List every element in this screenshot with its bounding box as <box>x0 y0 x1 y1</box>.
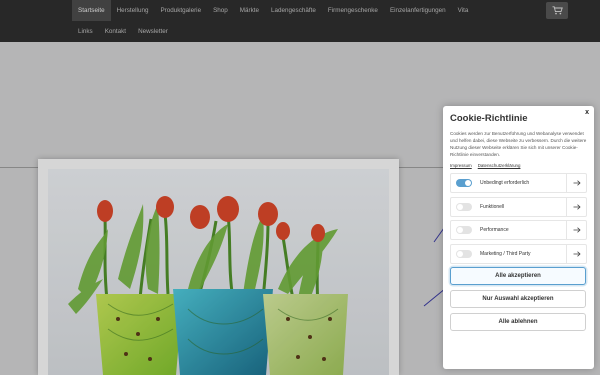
cookie-description: Cookies werden zur Benutzerführung und W… <box>450 131 587 157</box>
arrow-right-icon <box>573 250 581 257</box>
impressum-link[interactable]: Impressum <box>450 163 472 168</box>
nav-item-kontakt[interactable]: Kontakt <box>99 21 132 42</box>
cookie-dialog: x Cookie-Richtlinie Cookies werden zur B… <box>443 106 594 369</box>
cookie-links: Impressum Datenschutzerklärung <box>450 163 587 168</box>
category-label: Performance <box>480 227 509 233</box>
category-label: Funktionell <box>480 203 505 210</box>
nav-menu: Startseite Herstellung Produktgalerie Sh… <box>72 0 532 42</box>
toggle-performance[interactable] <box>456 226 472 234</box>
category-row-required: Unbedingt erforderlich <box>450 173 587 193</box>
nav-item-newsletter[interactable]: Newsletter <box>132 21 174 42</box>
arrow-right-icon <box>573 203 581 210</box>
arrow-right-icon <box>573 180 581 186</box>
nav-row-1: Startseite Herstellung Produktgalerie Sh… <box>72 0 532 21</box>
top-navigation: Startseite Herstellung Produktgalerie Sh… <box>0 0 600 42</box>
nav-item-einzelanfertigungen[interactable]: Einzelanfertigungen <box>384 0 452 21</box>
cookie-category-list: Unbedingt erforderlich Funktionell Perfo… <box>450 173 587 264</box>
expand-functional-button[interactable] <box>566 197 586 216</box>
accept-all-button[interactable]: Alle akzeptieren <box>450 267 586 285</box>
reject-all-button[interactable]: Alle ablehnen <box>450 313 586 331</box>
cart-button[interactable] <box>546 2 568 19</box>
category-label: Unbedingt erforderlich <box>480 180 530 186</box>
nav-item-maerkte[interactable]: Märkte <box>234 0 265 21</box>
nav-item-shop[interactable]: Shop <box>207 0 234 21</box>
product-photo-card <box>38 159 399 375</box>
nav-row-2: Links Kontakt Newsletter <box>72 21 532 42</box>
arrow-right-icon <box>573 227 581 233</box>
nav-item-vita[interactable]: Vita <box>452 0 475 21</box>
nav-item-produktgalerie[interactable]: Produktgalerie <box>154 0 207 21</box>
cookie-title: Cookie-Richtlinie <box>450 113 528 124</box>
nav-item-links[interactable]: Links <box>72 21 99 42</box>
shopping-cart-icon <box>552 6 563 15</box>
tulips-vase-photo <box>48 169 389 375</box>
datenschutz-link[interactable]: Datenschutzerklärung <box>478 163 521 168</box>
category-row-performance: Performance <box>450 220 587 240</box>
category-row-marketing: Marketing / Third Party <box>450 243 587 264</box>
expand-marketing-button[interactable] <box>566 244 586 263</box>
tulips-vase-image <box>48 169 389 375</box>
nav-item-firmengeschenke[interactable]: Firmengeschenke <box>322 0 384 21</box>
accept-selection-button[interactable]: Nur Auswahl akzeptieren <box>450 290 586 308</box>
nav-item-herstellung[interactable]: Herstellung <box>111 0 155 21</box>
category-row-functional: Funktionell <box>450 196 587 217</box>
cookie-actions: Alle akzeptieren Nur Auswahl akzeptieren… <box>450 267 587 331</box>
toggle-functional[interactable] <box>456 202 472 211</box>
nav-item-startseite[interactable]: Startseite <box>72 0 111 21</box>
toggle-marketing[interactable] <box>456 249 472 258</box>
nav-item-ladengeschaefte[interactable]: Ladengeschäfte <box>265 0 322 21</box>
expand-performance-button[interactable] <box>566 221 586 239</box>
toggle-required[interactable] <box>456 179 472 187</box>
category-label: Marketing / Third Party <box>480 250 531 257</box>
expand-required-button[interactable] <box>566 174 586 192</box>
close-button[interactable]: x <box>585 109 589 116</box>
